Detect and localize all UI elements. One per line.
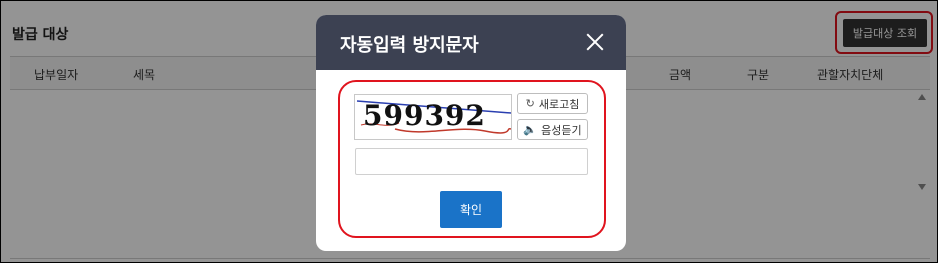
screenshot-border: [0, 0, 938, 263]
